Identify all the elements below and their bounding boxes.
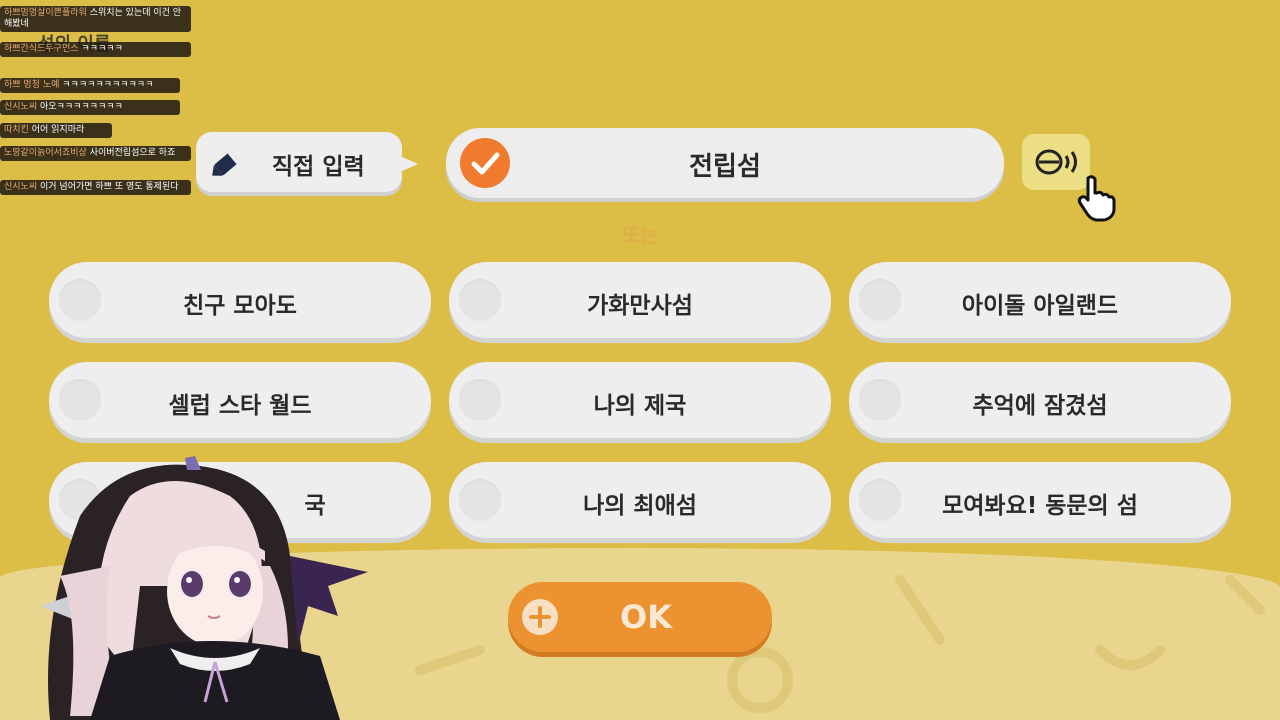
chat-user: 하쁘멍멍살이쁜플라워	[4, 8, 87, 18]
island-name-field[interactable]: 전립섬	[446, 128, 1004, 198]
option-button[interactable]: 나의 제국	[449, 362, 831, 438]
chat-text: 이거 넘어가면 하쁘 또 영도 통제된다	[40, 182, 179, 192]
option-label: 가화만사섬	[587, 293, 693, 319]
streamer-avatar	[40, 456, 368, 720]
chat-user: 신시노씨	[4, 102, 38, 112]
chat-message: 신시노씨 아오ㅋㅋㅋㅋㅋㅋㅋㅋ	[0, 100, 180, 115]
chat-message: 하쁘 멍청 노예 ㅋㅋㅋㅋㅋㅋㅋㅋㅋㅋㅋ	[0, 78, 180, 93]
option-label: 아이돌 아일랜드	[961, 293, 1119, 319]
option-button[interactable]: 추억에 잠겼섬	[849, 362, 1231, 438]
direct-input-button[interactable]: 직접 입력	[196, 132, 418, 192]
option-button[interactable]: 모여봐요! 동문의 섬	[849, 462, 1231, 538]
chat-text: ㅋㅋㅋㅋㅋㅋㅋㅋㅋㅋㅋ	[62, 80, 154, 90]
hand-pointer-icon	[1077, 175, 1116, 222]
chat-text: 사이버전립섬으로 하죠	[89, 148, 176, 158]
direct-input-label: 직접 입력	[272, 154, 365, 180]
chat-text: 아오ㅋㅋㅋㅋㅋㅋㅋㅋ	[40, 102, 123, 112]
island-name-value: 전립섬	[689, 152, 761, 182]
or-divider-label: 또는	[621, 223, 659, 247]
chat-message: 신시노씨 이거 넘어가면 하쁘 또 영도 통제된다	[0, 180, 191, 195]
chat-text: ㅋㅋㅋㅋㅋ	[81, 44, 123, 54]
ok-label: OK	[620, 598, 672, 636]
chat-message: 따치킨 어어 읽지마라	[0, 123, 112, 138]
option-label: 나의 최애섬	[583, 493, 697, 519]
chat-user: 신시노씨	[4, 182, 38, 192]
option-button[interactable]: 가화만사섬	[449, 262, 831, 338]
option-label: 나의 제국	[593, 393, 687, 419]
option-button[interactable]: 나의 최애섬	[449, 462, 831, 538]
chat-message: 하쁘멍멍살이쁜플라워 스위치는 있는데 이건 안해봤네	[0, 6, 191, 32]
option-button[interactable]: 아이돌 아일랜드	[849, 262, 1231, 338]
option-label: 셀럽 스타 월드	[168, 393, 312, 419]
pencil-icon	[212, 150, 240, 176]
ok-button[interactable]: OK	[508, 582, 772, 652]
chat-user: 따치킨	[4, 125, 29, 135]
option-button[interactable]: 친구 모아도	[49, 262, 431, 338]
option-label: 모여봐요! 동문의 섬	[942, 493, 1138, 519]
chat-text: 어어 읽지마라	[31, 125, 85, 135]
option-label: 추억에 잠겼섬	[972, 393, 1108, 419]
option-button[interactable]: 셀럽 스타 월드	[49, 362, 431, 438]
option-label: 친구 모아도	[183, 293, 297, 319]
chat-message: 노땅같이늙어서쵸비상 사이버전립섬으로 하죠	[0, 146, 191, 161]
chat-message: 하쁘간식드두구먼스 ㅋㅋㅋㅋㅋ	[0, 42, 191, 57]
chat-user: 하쁘 멍청 노예	[4, 80, 60, 90]
chat-user: 노땅같이늙어서쵸비상	[4, 148, 87, 158]
plus-icon	[522, 599, 558, 635]
chat-user: 하쁘간식드두구먼스	[4, 44, 79, 54]
